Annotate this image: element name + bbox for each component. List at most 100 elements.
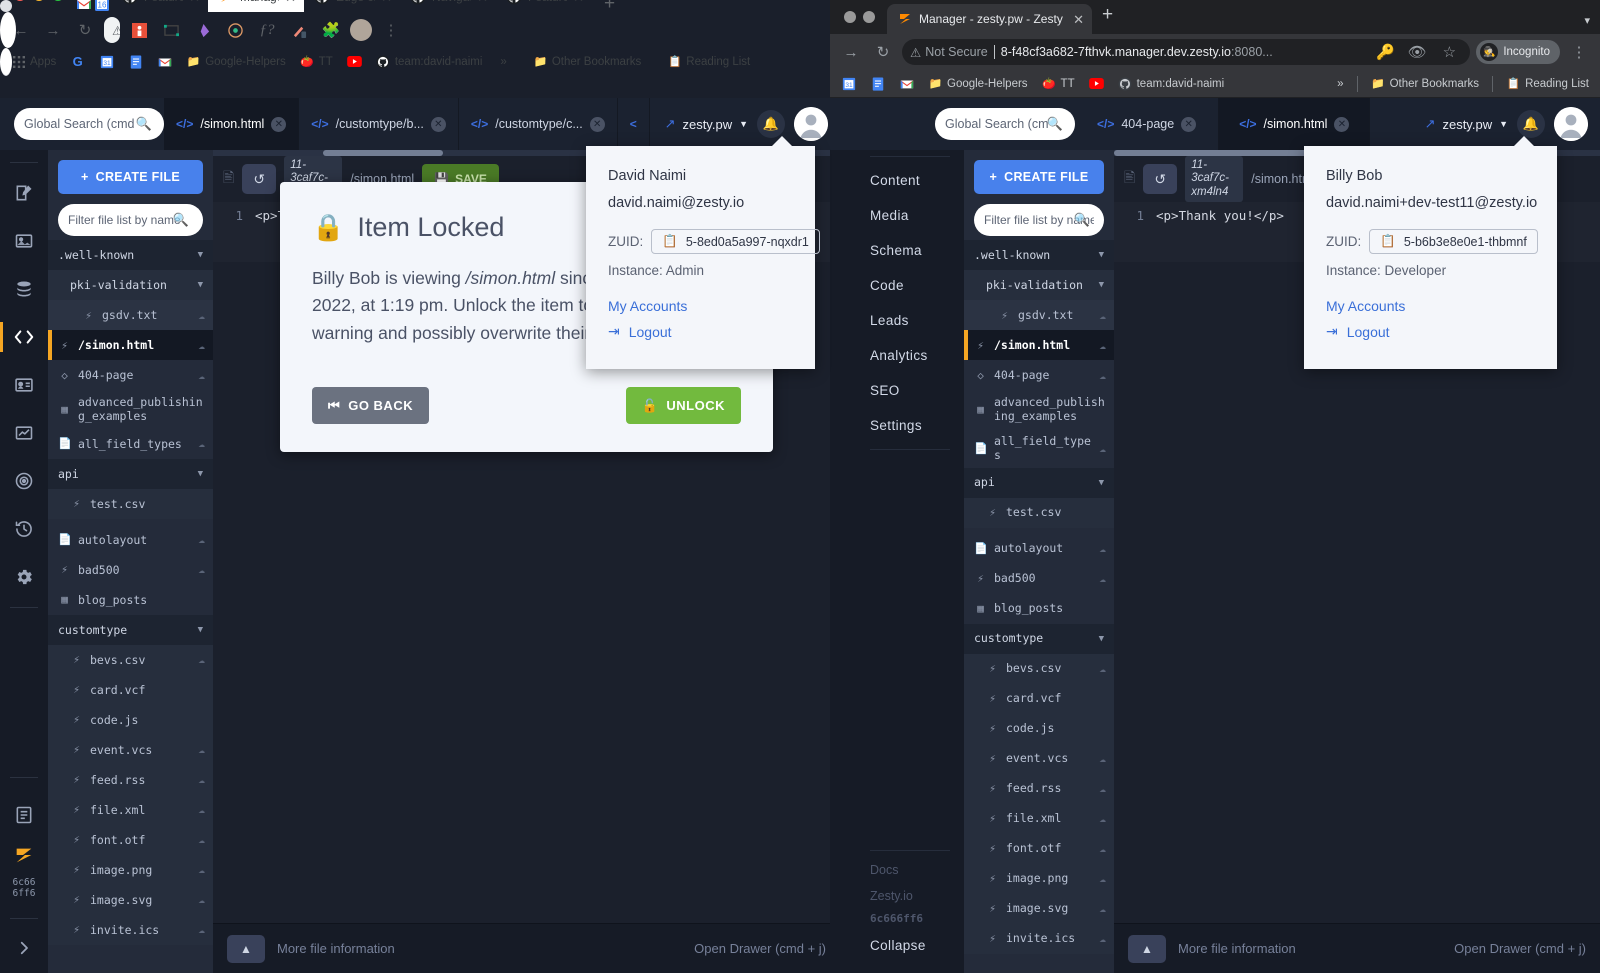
file-folder-row[interactable]: customtype ▼ bbox=[964, 623, 1114, 654]
file-row[interactable]: ⚡ bevs.csv ☁ bbox=[964, 653, 1114, 684]
file-row[interactable]: ◇ 404-page ☁ bbox=[964, 360, 1114, 390]
file-row[interactable]: ▦ advanced_publishing_examples bbox=[48, 390, 213, 429]
zuid-copy-field[interactable]: 📋 5-b6b3e8e0e1-thbmnf bbox=[1369, 229, 1538, 254]
close-icon[interactable]: ✕ bbox=[430, 116, 446, 132]
incognito-indicator[interactable]: 🕵 Incognito bbox=[1476, 40, 1560, 64]
instance-switcher[interactable]: ↗ zesty.pw ▼ bbox=[665, 116, 748, 132]
file-row[interactable]: ⚡ bad500 ☁ bbox=[964, 564, 1114, 594]
my-accounts-link[interactable]: My Accounts bbox=[1326, 298, 1535, 314]
version-history-button[interactable]: ↺ bbox=[242, 164, 277, 194]
extension-icon-4[interactable] bbox=[222, 17, 248, 43]
bookmark-calendar[interactable]: 31 bbox=[836, 74, 861, 93]
filter-file-input[interactable]: Filter file list by name 🔍 bbox=[974, 204, 1104, 236]
chrome-tab[interactable]: Feature/9 ✕ bbox=[496, 0, 592, 12]
file-row[interactable]: ⚡ invite.ics ☁ bbox=[964, 923, 1114, 954]
file-row[interactable]: ⚡ image.png ☁ bbox=[964, 863, 1114, 894]
file-row[interactable]: ⚡ feed.rss ☁ bbox=[964, 773, 1114, 804]
expand-rail-button[interactable] bbox=[0, 931, 48, 965]
window-traffic-lights[interactable] bbox=[836, 0, 887, 34]
contact-card-icon[interactable] bbox=[0, 361, 48, 409]
chrome-menu-icon[interactable]: ⋮ bbox=[1566, 39, 1592, 65]
security-indicator[interactable]: ⚠ Not Secure bbox=[112, 23, 120, 38]
bookmark-gmail[interactable] bbox=[152, 52, 177, 71]
reading-list-button[interactable]: 📋 Reading List bbox=[1501, 74, 1594, 93]
nav-link-docs[interactable]: Docs bbox=[856, 857, 964, 883]
file-row[interactable]: ⚡ bevs.csv ☁ bbox=[48, 644, 213, 675]
reload-button[interactable]: ↻ bbox=[72, 17, 98, 43]
file-row[interactable]: ⚡ image.svg ☁ bbox=[964, 893, 1114, 924]
file-row[interactable]: ▦ blog_posts bbox=[48, 585, 213, 615]
nav-item-media[interactable]: Media bbox=[856, 198, 964, 233]
file-list-left[interactable]: .well-known ▼ pki-validation ▼ ⚡ gsdv.txt ☁ … bbox=[48, 240, 213, 973]
file-row[interactable]: ⚡ test.csv bbox=[48, 488, 213, 519]
address-bar[interactable]: ⚠ Not Secure 8-f48cf3a682-7fthvk.manager… bbox=[902, 39, 1471, 65]
chevron-down-icon[interactable]: ▼ bbox=[198, 280, 203, 290]
file-row[interactable]: ⚡ invite.ics ☁ bbox=[48, 914, 213, 945]
nav-item-analytics[interactable]: Analytics bbox=[856, 338, 964, 373]
chevron-down-icon[interactable]: ▾ bbox=[1584, 14, 1590, 27]
nav-item-leads[interactable]: Leads bbox=[856, 303, 964, 338]
expand-drawer-button[interactable]: ▲ bbox=[1128, 934, 1166, 963]
close-icon[interactable]: ✕ bbox=[285, 0, 296, 4]
file-row[interactable]: ⚡ test.csv bbox=[964, 497, 1114, 528]
my-accounts-link[interactable]: My Accounts bbox=[608, 298, 793, 314]
file-row[interactable]: 📄 autolayout ☁ bbox=[48, 525, 213, 555]
create-file-button[interactable]: + CREATE FILE bbox=[58, 160, 203, 194]
app-tab[interactable]: </> /customtype/c... ✕ bbox=[459, 98, 618, 150]
create-file-button[interactable]: + CREATE FILE bbox=[974, 160, 1104, 194]
file-folder-row[interactable]: customtype ▼ bbox=[48, 614, 213, 645]
chrome-tab-active[interactable]: Manager - ✕ bbox=[208, 0, 304, 12]
collapse-nav-button[interactable]: Collapse bbox=[856, 928, 964, 963]
bookmark-other-bookmarks[interactable]: 📁 Other Bookmarks bbox=[1366, 74, 1484, 93]
bookmark-team-david-naimi[interactable]: team:david-naimi bbox=[1113, 74, 1230, 93]
chevron-down-icon[interactable]: ▼ bbox=[1099, 250, 1104, 260]
window-traffic-lights[interactable] bbox=[6, 0, 76, 12]
analytics-icon[interactable] bbox=[0, 409, 48, 457]
code-line[interactable]: <p>Thank you!</p> bbox=[1156, 208, 1284, 256]
nav-item-schema[interactable]: Schema bbox=[856, 233, 964, 268]
logout-link[interactable]: ⇥ Logout bbox=[608, 323, 793, 340]
app-tab-partial[interactable]: < bbox=[618, 98, 650, 150]
bookmark-tt[interactable]: 🍅 TT bbox=[295, 52, 338, 71]
edit-icon[interactable] bbox=[0, 169, 48, 217]
zuid-copy-field[interactable]: 📋 5-8ed0a5a997-nqxdr1 bbox=[651, 229, 820, 254]
close-icon[interactable]: ✕ bbox=[189, 0, 200, 4]
file-row[interactable]: ⚡ font.otf ☁ bbox=[964, 833, 1114, 864]
file-row[interactable]: ⚡ card.vcf bbox=[48, 674, 213, 705]
docs-book-icon[interactable] bbox=[0, 798, 48, 832]
file-folder-row[interactable]: pki-validation ▼ bbox=[964, 270, 1114, 300]
gear-icon[interactable] bbox=[0, 553, 48, 601]
chevron-down-icon[interactable]: ▼ bbox=[1099, 634, 1104, 644]
instance-switcher[interactable]: ↗ zesty.pw ▼ bbox=[1425, 116, 1508, 132]
file-row[interactable]: ⚡ gsdv.txt ☁ bbox=[964, 300, 1114, 330]
bookmark-docs[interactable] bbox=[123, 52, 148, 71]
nav-item-seo[interactable]: SEO bbox=[856, 373, 964, 408]
minimize-window-button[interactable] bbox=[863, 11, 875, 23]
bookmarks-overflow-button[interactable]: » bbox=[495, 54, 511, 70]
chevron-down-icon[interactable]: ▼ bbox=[1099, 478, 1104, 488]
password-key-icon[interactable]: 🔑 bbox=[1372, 39, 1398, 65]
close-icon[interactable]: ✕ bbox=[1073, 13, 1084, 26]
minimize-window-button[interactable] bbox=[33, 0, 45, 1]
forward-button[interactable]: → bbox=[40, 17, 66, 43]
file-row[interactable]: ▦ advanced_publishing_examples bbox=[964, 390, 1114, 429]
file-info-icon[interactable]: 🖹 bbox=[1124, 167, 1135, 191]
notifications-bell-icon[interactable]: 🔔 bbox=[1517, 110, 1545, 138]
file-folder-row[interactable]: .well-known ▼ bbox=[48, 240, 213, 270]
close-icon[interactable]: ✕ bbox=[381, 0, 392, 4]
logout-link[interactable]: ⇥ Logout bbox=[1326, 323, 1535, 340]
file-row[interactable]: ⚡ event.vcs ☁ bbox=[48, 734, 213, 765]
eye-off-icon[interactable]: 👁 bbox=[1404, 39, 1430, 65]
file-row-active[interactable]: ⚡/simon.html ☁ bbox=[964, 330, 1114, 360]
file-row[interactable]: ⚡ font.otf ☁ bbox=[48, 824, 213, 855]
expand-drawer-button[interactable]: ▲ bbox=[227, 934, 265, 963]
extension-icon-1[interactable] bbox=[126, 17, 152, 43]
chrome-menu-icon[interactable]: ⋮ bbox=[378, 17, 404, 43]
open-drawer-label[interactable]: Open Drawer (cmd + j) bbox=[1454, 941, 1586, 956]
bookmark-gmail[interactable] bbox=[894, 74, 919, 93]
gmail-icon[interactable] bbox=[76, 0, 92, 12]
file-folder-row[interactable]: api ▼ bbox=[48, 458, 213, 489]
chrome-profile-avatar[interactable] bbox=[350, 19, 372, 41]
chevron-down-icon[interactable]: ▼ bbox=[198, 469, 203, 479]
database-icon[interactable] bbox=[0, 265, 48, 313]
